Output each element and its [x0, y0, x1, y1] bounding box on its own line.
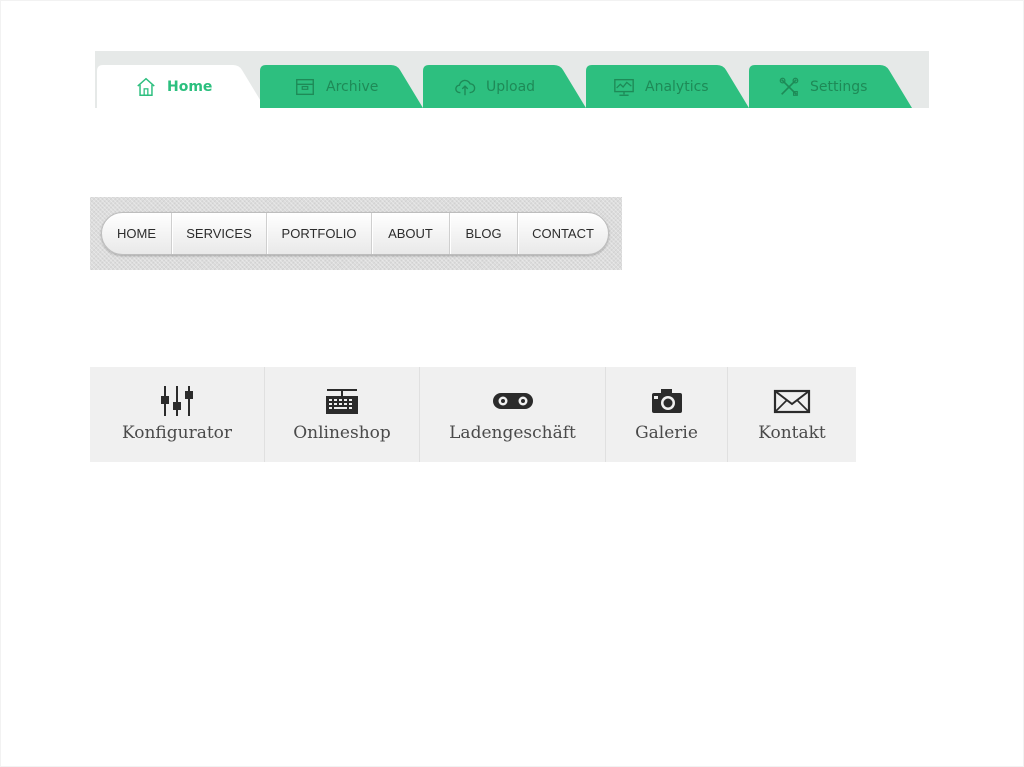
- cloud-upload-icon: [455, 79, 476, 95]
- camera-icon: [651, 389, 682, 413]
- home-icon: [137, 77, 155, 96]
- icon-menu-label: Galerie: [635, 423, 698, 443]
- pill-item-contact[interactable]: CONTACT: [518, 213, 608, 254]
- bike-chain-icon: [492, 393, 533, 409]
- tab-navigation: Home Archive Upload Analytics Settings: [95, 51, 929, 108]
- archive-icon: [296, 78, 314, 95]
- pill-item-blog[interactable]: BLOG: [450, 213, 518, 254]
- tab-settings[interactable]: Settings: [749, 65, 912, 108]
- pill-item-about[interactable]: ABOUT: [372, 213, 450, 254]
- tab-upload-label: Upload: [486, 78, 536, 95]
- pill-item-portfolio[interactable]: PORTFOLIO: [267, 213, 372, 254]
- tab-settings-label: Settings: [810, 78, 868, 95]
- tab-archive-label: Archive: [326, 78, 379, 95]
- pill-item-services[interactable]: SERVICES: [172, 213, 267, 254]
- icon-menu-label: Kontakt: [758, 423, 826, 443]
- icon-menu-label: Onlineshop: [293, 423, 391, 443]
- icon-menu-item-kontakt[interactable]: Kontakt: [728, 367, 856, 462]
- tab-home-label: Home: [167, 78, 213, 95]
- icon-menu-item-ladengeschaeft[interactable]: Ladengeschäft: [420, 367, 606, 462]
- analytics-icon: [614, 78, 634, 96]
- keyboard-icon: [326, 389, 358, 414]
- pill-navigation: HOME SERVICES PORTFOLIO ABOUT BLOG CONTA…: [101, 212, 609, 255]
- icon-menu-item-onlineshop[interactable]: Onlineshop: [265, 367, 420, 462]
- pill-navigation-panel: HOME SERVICES PORTFOLIO ABOUT BLOG CONTA…: [90, 197, 622, 270]
- icon-navigation: Konfigurator Onlineshop Ladengeschäft Ga…: [90, 367, 856, 462]
- settings-tools-icon: [779, 77, 799, 96]
- envelope-icon: [773, 389, 811, 414]
- tab-analytics[interactable]: Analytics: [586, 65, 749, 108]
- tab-upload[interactable]: Upload: [423, 65, 586, 108]
- tab-analytics-label: Analytics: [645, 78, 709, 95]
- sliders-icon: [161, 386, 193, 416]
- icon-menu-label: Ladengeschäft: [449, 423, 576, 443]
- icon-menu-item-konfigurator[interactable]: Konfigurator: [90, 367, 265, 462]
- icon-menu-item-galerie[interactable]: Galerie: [606, 367, 728, 462]
- pill-item-home[interactable]: HOME: [102, 213, 172, 254]
- tab-archive[interactable]: Archive: [260, 65, 423, 108]
- tab-home[interactable]: Home: [97, 65, 265, 108]
- icon-menu-label: Konfigurator: [121, 423, 233, 443]
